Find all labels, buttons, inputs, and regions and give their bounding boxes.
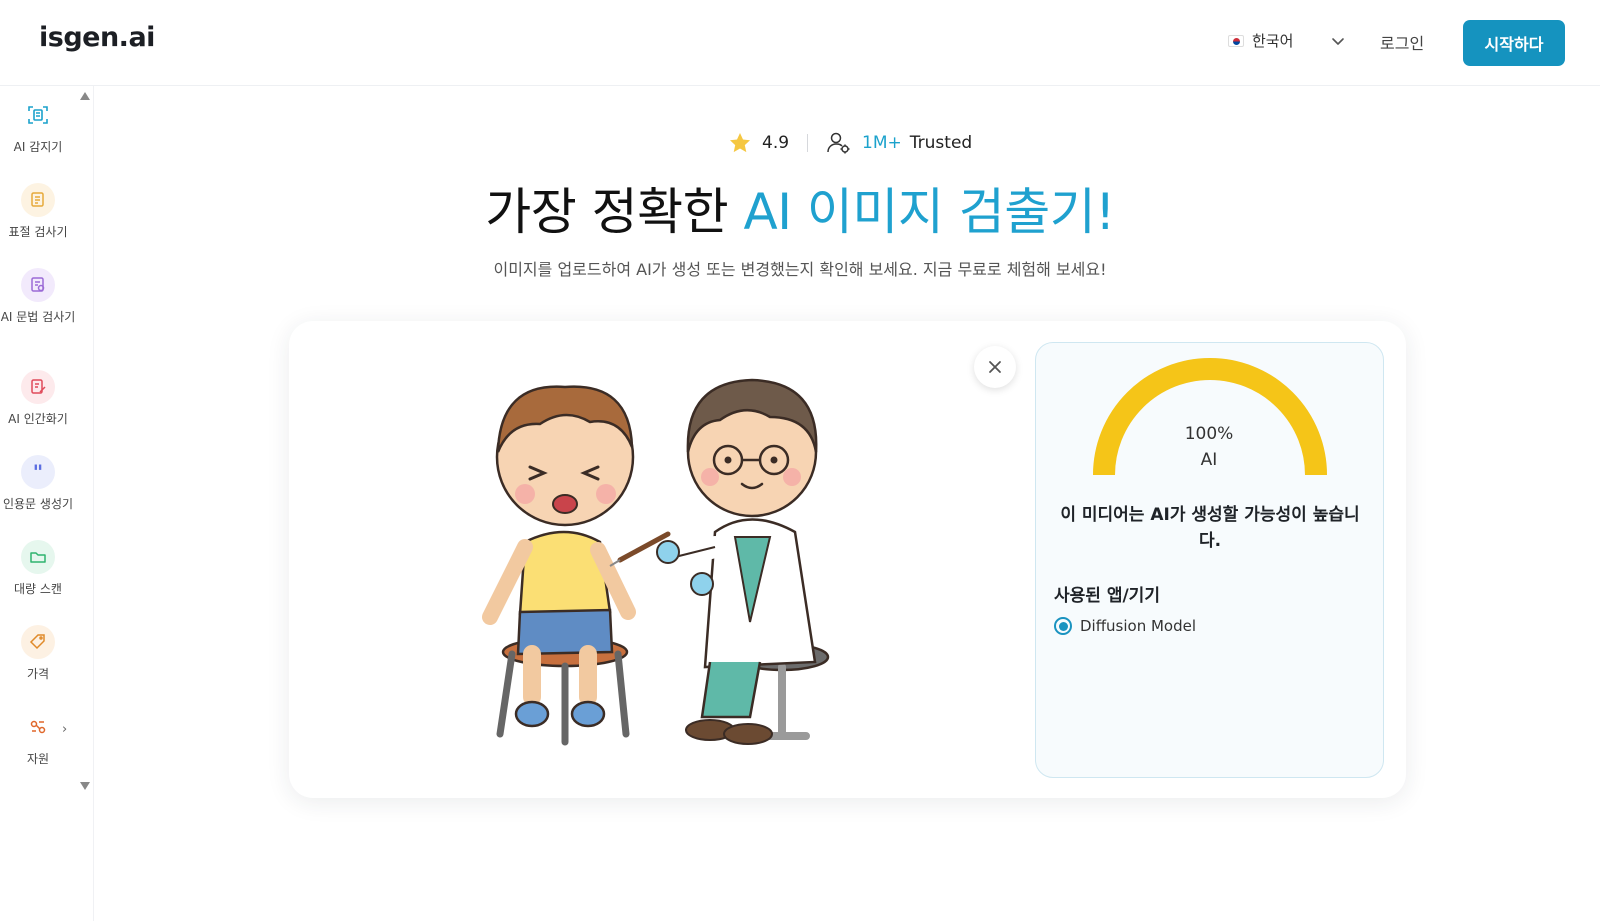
start-button[interactable]: 시작하다 bbox=[1463, 20, 1565, 66]
sidebar-item-label: 가격 bbox=[26, 667, 50, 681]
sidebar-item-humanizer[interactable]: AI 인간화기 bbox=[0, 370, 76, 427]
sidebar-item-citation-generator[interactable]: " 인용문 생성기 bbox=[0, 455, 76, 512]
header: isgen.ai 한국어 로그인 시작하다 bbox=[0, 0, 1600, 86]
rating-score: 4.9 bbox=[762, 133, 790, 153]
uploaded-image bbox=[482, 378, 830, 746]
rating-bar: 4.9 1M+ Trusted bbox=[728, 130, 972, 156]
scroll-up-arrow-icon[interactable] bbox=[80, 92, 90, 100]
language-selector[interactable]: 한국어 bbox=[1228, 30, 1293, 51]
chevron-down-icon[interactable] bbox=[1330, 33, 1346, 49]
user-settings-icon bbox=[827, 132, 850, 154]
korea-flag-icon bbox=[1228, 34, 1244, 47]
close-button[interactable] bbox=[974, 346, 1016, 388]
scroll-down-arrow-icon[interactable] bbox=[80, 782, 90, 790]
close-icon bbox=[989, 361, 1001, 373]
language-label: 한국어 bbox=[1252, 32, 1294, 50]
sidebar-item-label: AI 문법 검사기 bbox=[0, 310, 76, 324]
title-accent: AI 이미지 검출기! bbox=[743, 183, 1116, 241]
chevron-right-icon[interactable]: › bbox=[62, 722, 67, 737]
users-count: 1M+ bbox=[862, 133, 902, 153]
used-apps-title: 사용된 앱/기기 bbox=[1054, 586, 1160, 606]
ai-scan-icon bbox=[21, 98, 55, 132]
humanizer-icon bbox=[21, 370, 55, 404]
star-icon bbox=[730, 133, 750, 153]
model-option[interactable]: Diffusion Model bbox=[1054, 617, 1196, 635]
resources-icon bbox=[21, 710, 55, 744]
model-label: Diffusion Model bbox=[1080, 617, 1197, 635]
price-tag-icon bbox=[21, 625, 55, 659]
page-title: 가장 정확한 AI 이미지 검출기! bbox=[0, 172, 1600, 244]
sidebar-item-ai-detector[interactable]: AI 감지기 bbox=[0, 98, 76, 155]
sidebar-item-bulk-scan[interactable]: 대량 스캔 bbox=[0, 540, 76, 597]
sidebar-item-pricing[interactable]: 가격 bbox=[0, 625, 76, 682]
radio-selected-icon[interactable] bbox=[1054, 617, 1072, 635]
sidebar-item-resources[interactable]: 자원 bbox=[0, 710, 76, 767]
percent-value: 100% bbox=[1184, 424, 1234, 444]
verdict-text: 이 미디어는 AI가 생성할 가능성이 높습니다. bbox=[1060, 505, 1360, 551]
folder-icon bbox=[21, 540, 55, 574]
sidebar-item-label: 인용문 생성기 bbox=[2, 497, 74, 511]
title-main: 가장 정확한 bbox=[485, 183, 744, 241]
sidebar-item-label: AI 인간화기 bbox=[8, 412, 68, 426]
sidebar-item-label: AI 감지기 bbox=[13, 140, 63, 154]
sidebar-item-label: 자원 bbox=[26, 752, 50, 766]
quote-icon: " bbox=[21, 455, 55, 489]
divider bbox=[807, 134, 809, 152]
percent-label: AI bbox=[1200, 450, 1218, 470]
login-link[interactable]: 로그인 bbox=[1380, 30, 1424, 54]
logo[interactable]: isgen.ai bbox=[39, 22, 155, 53]
sidebar-item-label: 대량 스캔 bbox=[14, 582, 62, 596]
trusted-label: Trusted bbox=[909, 133, 973, 153]
ai-percentage: 100% AI bbox=[1036, 421, 1382, 473]
result-panel: 100% AI 이 미디어는 AI가 생성할 가능성이 높습니다. 사용된 앱/… bbox=[1035, 342, 1384, 778]
page-subtitle: 이미지를 업로드하여 AI가 생성 또는 변경했는지 확인해 보세요. 지금 무… bbox=[493, 260, 1107, 279]
